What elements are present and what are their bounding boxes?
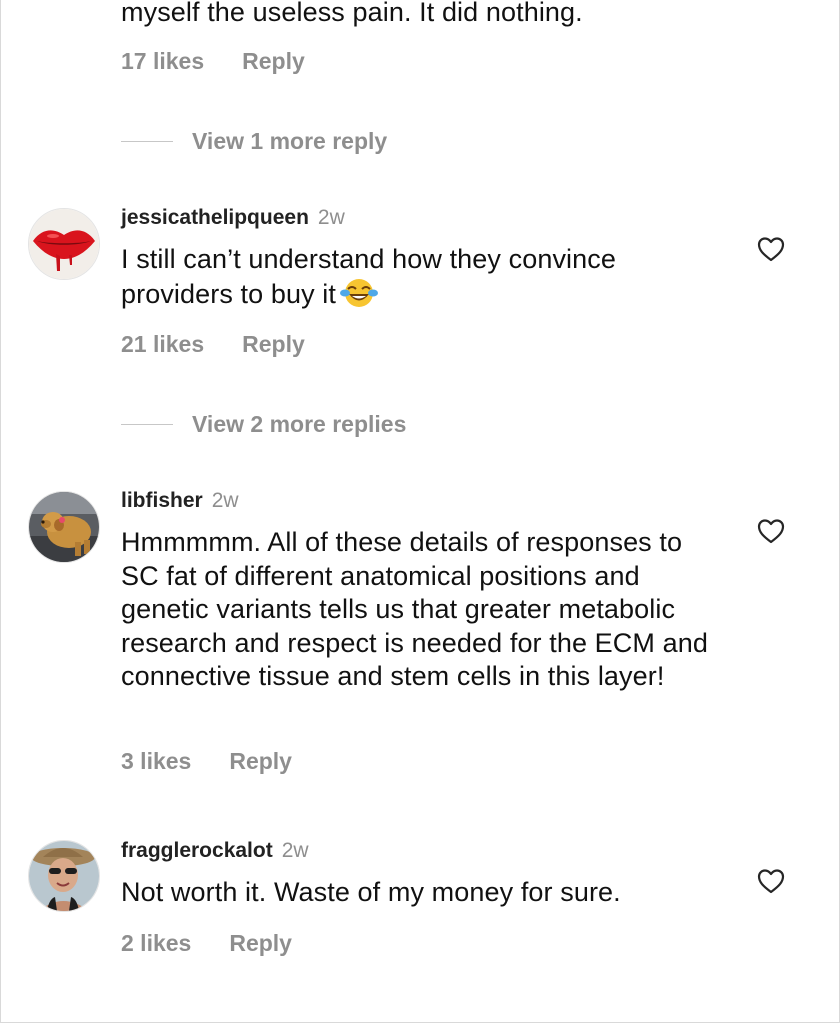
comment-text: I still can’t understand how they convin…	[121, 243, 741, 311]
heart-outline-icon[interactable]	[757, 518, 785, 544]
username[interactable]: jessicathelipqueen	[121, 206, 309, 230]
red-lips-avatar-icon	[29, 209, 99, 279]
reply-button[interactable]: Reply	[229, 930, 292, 957]
comment-header: libfisher 2w	[121, 489, 239, 513]
view-more-label[interactable]: View 1 more reply	[192, 128, 387, 155]
likes-count[interactable]: 3 likes	[121, 748, 191, 775]
timestamp: 2w	[281, 839, 309, 862]
view-more-replies[interactable]: View 1 more reply	[121, 128, 387, 155]
view-more-replies[interactable]: View 2 more replies	[121, 411, 406, 438]
comment-text-line: I still can’t understand how they convin…	[121, 244, 616, 274]
heart-outline-icon[interactable]	[757, 236, 785, 262]
avatar-jessicathelipqueen[interactable]	[28, 208, 100, 280]
reply-button[interactable]: Reply	[242, 331, 305, 358]
comment-meta: 17 likes Reply	[121, 48, 305, 75]
comment-header: jessicathelipqueen 2w	[121, 206, 345, 230]
comment-text: Hmmmmm. All of these details of response…	[121, 527, 708, 691]
avatar-fragglerockalot[interactable]	[28, 840, 100, 912]
avatar-libfisher[interactable]	[28, 491, 100, 563]
comment-header: fragglerockalot 2w	[121, 839, 309, 863]
comment-meta: 2 likes Reply	[121, 930, 292, 957]
reply-button[interactable]: Reply	[229, 748, 292, 775]
woman-with-hat-avatar-icon	[29, 841, 99, 911]
likes-count[interactable]: 21 likes	[121, 331, 204, 358]
face-with-tears-of-joy-icon	[340, 278, 378, 307]
timestamp: 2w	[317, 206, 345, 229]
comment-text-partial: myself the useless pain. It did nothing.	[121, 0, 583, 27]
golden-retriever-avatar-icon	[29, 492, 99, 562]
comment-meta: 21 likes Reply	[121, 331, 305, 358]
view-more-label[interactable]: View 2 more replies	[192, 411, 406, 438]
username[interactable]: fragglerockalot	[121, 839, 273, 863]
view-more-divider	[121, 141, 173, 142]
comment-text-line: providers to buy it	[121, 278, 336, 309]
comment-text: Not worth it. Waste of my money for sure…	[121, 877, 621, 907]
comment-text-line-with-emoji: providers to buy it	[121, 277, 741, 312]
username[interactable]: libfisher	[121, 489, 203, 513]
likes-count[interactable]: 17 likes	[121, 48, 204, 75]
likes-count[interactable]: 2 likes	[121, 930, 191, 957]
comment-meta: 3 likes Reply	[121, 748, 292, 775]
timestamp: 2w	[211, 489, 239, 512]
reply-button[interactable]: Reply	[242, 48, 305, 75]
heart-outline-icon[interactable]	[757, 868, 785, 894]
view-more-divider	[121, 424, 173, 425]
